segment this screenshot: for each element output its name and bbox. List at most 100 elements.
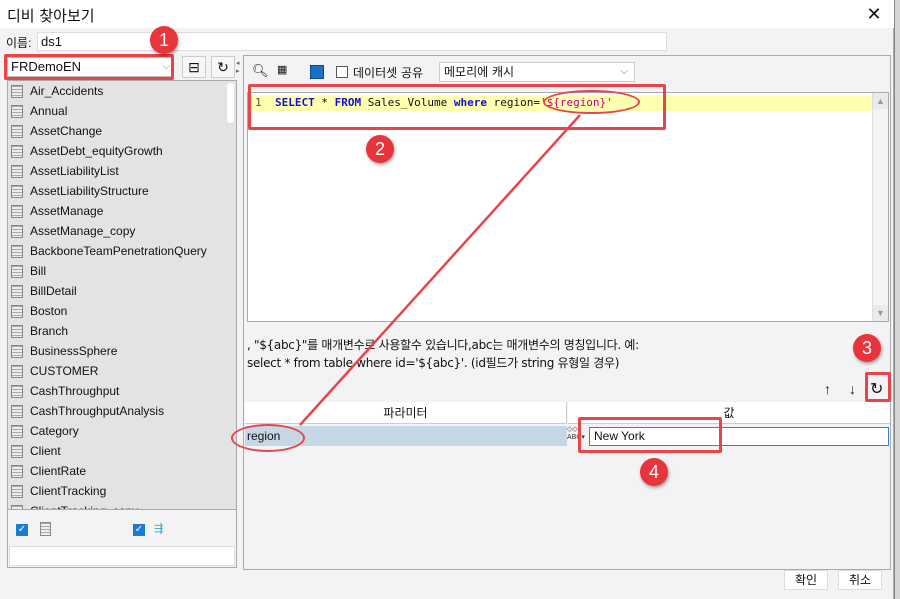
- table-icon: [11, 465, 23, 478]
- hint-line-1: , "${abc}"를 매개변수로 사용할수 있습니다,abc는 매개변수의 명…: [247, 338, 639, 352]
- chevron-down-icon: ⌵: [620, 66, 628, 77]
- table-icon: [11, 225, 23, 238]
- table-list-item[interactable]: CashThroughput: [8, 381, 236, 401]
- table-name: AssetLiabilityStructure: [30, 184, 149, 198]
- annotation-badge-3: 3: [853, 334, 881, 362]
- refresh-parameters-button[interactable]: ↻: [870, 379, 883, 399]
- table-list-scrollbar[interactable]: [227, 83, 234, 123]
- annotation-badge-1: 1: [150, 26, 178, 54]
- table-list-item[interactable]: Branch: [8, 321, 236, 341]
- table-list-item[interactable]: Air_Accidents: [8, 81, 236, 101]
- table-list-item[interactable]: Boston: [8, 301, 236, 321]
- table-icon: [11, 185, 23, 198]
- table-icon: [11, 325, 23, 338]
- refresh-icon: ↻: [217, 59, 229, 75]
- table-list-item[interactable]: AssetChange: [8, 121, 236, 141]
- save-dataset-button[interactable]: [310, 65, 324, 79]
- table-icon: [11, 245, 23, 258]
- table-icon: [11, 405, 23, 418]
- table-name: AssetChange: [30, 124, 103, 138]
- table-name: AssetLiabilityList: [30, 164, 119, 178]
- split-handle[interactable]: ◂ ▸: [236, 60, 242, 76]
- close-icon[interactable]: ✕: [864, 4, 884, 24]
- table-list-item[interactable]: Category: [8, 421, 236, 441]
- share-dataset-checkbox[interactable]: [336, 66, 348, 78]
- parameter-hint: , "${abc}"를 매개변수로 사용할수 있습니다,abc는 매개변수의 명…: [247, 336, 639, 372]
- show-tables-checkbox[interactable]: ✓: [16, 524, 28, 536]
- background-window-strip: [894, 0, 900, 599]
- table-icon: [11, 125, 23, 138]
- sql-editor[interactable]: 1 SELECT * FROM Sales_Volume where regio…: [247, 92, 889, 322]
- view-icon: ⇶: [154, 523, 164, 535]
- table-icon: [11, 205, 23, 218]
- table-list-item[interactable]: BusinessSphere: [8, 341, 236, 361]
- table-name: BusinessSphere: [30, 344, 118, 358]
- hint-line-2: select * from table where id='${abc}'. (…: [247, 356, 620, 370]
- table-name: BackboneTeamPenetrationQuery: [30, 244, 207, 258]
- table-list-item[interactable]: Bill: [8, 261, 236, 281]
- table-name: CashThroughputAnalysis: [30, 404, 165, 418]
- table-name: CashThroughput: [30, 384, 120, 398]
- table-icon: [11, 265, 23, 278]
- table-icon: [11, 425, 23, 438]
- editor-scrollbar[interactable]: ▲ ▼: [872, 93, 888, 321]
- connection-settings-button[interactable]: ⊟: [182, 56, 206, 78]
- parameter-value-input[interactable]: New York: [589, 427, 889, 446]
- table-icon: [11, 365, 23, 378]
- annotation-badge-2: 2: [366, 135, 394, 163]
- preview-button[interactable]: 🔍︎: [252, 63, 269, 79]
- table-icon: [11, 385, 23, 398]
- table-list-item[interactable]: Client: [8, 441, 236, 461]
- table-name: Client: [30, 444, 61, 458]
- table-name: Branch: [30, 324, 69, 338]
- move-down-button[interactable]: ↓: [849, 381, 856, 397]
- ok-button[interactable]: 확인: [784, 570, 828, 590]
- table-list-item[interactable]: CUSTOMER: [8, 361, 236, 381]
- refresh-tables-button[interactable]: ↻: [211, 56, 235, 78]
- string-type-icon[interactable]: ◇◇ ABC▾: [567, 426, 585, 446]
- table-name: CUSTOMER: [30, 364, 99, 378]
- table-list-item[interactable]: AssetManage: [8, 201, 236, 221]
- database-select[interactable]: FRDemoEN ⌵: [7, 57, 174, 77]
- table-name: Air_Accidents: [30, 84, 104, 98]
- table-list-item[interactable]: AssetDebt_equityGrowth: [8, 141, 236, 161]
- table-list-item[interactable]: ClientTracking: [8, 481, 236, 501]
- table-icon: [11, 305, 23, 318]
- table-icon: [11, 445, 23, 458]
- table-name: AssetManage_copy: [30, 224, 136, 238]
- table-list-item[interactable]: AssetManage_copy: [8, 221, 236, 241]
- table-filter-input[interactable]: [9, 546, 235, 566]
- table-icon: [11, 485, 23, 498]
- table-list-item[interactable]: AssetLiabilityList: [8, 161, 236, 181]
- show-views-checkbox[interactable]: ✓: [133, 524, 145, 536]
- column-header-parameter: 파라미터: [245, 402, 567, 424]
- cancel-button[interactable]: 취소: [838, 570, 882, 590]
- sql-line: 1 SELECT * FROM Sales_Volume where regio…: [248, 95, 873, 111]
- table-icon: [11, 345, 23, 358]
- table-name: Annual: [30, 104, 68, 118]
- table-list-item[interactable]: AssetLiabilityStructure: [8, 181, 236, 201]
- scroll-down-icon[interactable]: ▼: [873, 305, 888, 321]
- name-label: 이름:: [6, 36, 32, 50]
- parameter-name-cell[interactable]: region: [245, 426, 567, 446]
- table-list-item[interactable]: ClientRate: [8, 461, 236, 481]
- cache-select-value: 메모리에 캐시: [444, 65, 515, 79]
- sql-button[interactable]: ▦: [277, 63, 287, 76]
- table-icon: [40, 522, 51, 536]
- table-icon: [11, 85, 23, 98]
- title-bar: 디비 찾아보기 ✕: [0, 0, 894, 28]
- table-icon: [11, 105, 23, 118]
- dialog-title: 디비 찾아보기: [7, 7, 95, 25]
- table-name: ClientRate: [30, 464, 87, 478]
- scroll-up-icon[interactable]: ▲: [873, 93, 888, 109]
- table-list-item[interactable]: BackboneTeamPenetrationQuery: [8, 241, 236, 261]
- table-list-item[interactable]: Annual: [8, 101, 236, 121]
- move-up-button[interactable]: ↑: [824, 381, 831, 397]
- table-list-item[interactable]: ClientTracking_copy: [8, 501, 236, 509]
- table-list-item[interactable]: BillDetail: [8, 281, 236, 301]
- table-list-item[interactable]: CashThroughputAnalysis: [8, 401, 236, 421]
- name-input[interactable]: ds1: [37, 32, 667, 51]
- database-select-value: FRDemoEN: [11, 59, 82, 74]
- table-icon: [11, 145, 23, 158]
- cache-select[interactable]: 메모리에 캐시 ⌵: [439, 62, 635, 82]
